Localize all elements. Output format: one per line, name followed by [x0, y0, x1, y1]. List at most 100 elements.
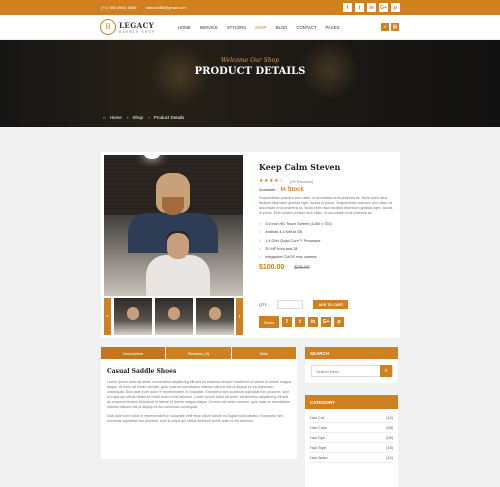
linkedin-icon[interactable]: in	[367, 3, 376, 12]
google-plus-icon[interactable]: G+	[321, 317, 331, 327]
pinterest-icon[interactable]: p	[334, 317, 344, 327]
add-to-cart-button[interactable]: ADD TO CART	[313, 300, 349, 309]
sidebar-category-widget: CATEGORY Hair Cut (10) Hair Color (08) Hai…	[305, 395, 398, 487]
nav-icons: ⌕ ▤	[381, 23, 399, 31]
breadcrumb-separator-icon: ›	[127, 115, 129, 120]
category-item[interactable]: Hair Dye (06)	[310, 433, 393, 443]
breadcrumb-shop[interactable]: Shop	[133, 115, 144, 120]
menu-item-home[interactable]: HOME	[178, 25, 191, 30]
cart-icon[interactable]: ▤	[391, 23, 399, 31]
pinterest-icon[interactable]: p	[391, 3, 400, 12]
category-count: (08)	[386, 425, 393, 430]
quantity-row: QTY : ADD TO CART	[259, 300, 349, 309]
search-icon[interactable]: ⌕	[381, 23, 389, 31]
facebook-icon[interactable]: f	[282, 317, 292, 327]
brand-tagline: BARBER SHOP	[119, 29, 156, 34]
availability: Available : In Stock	[259, 187, 395, 193]
tab-content-title: Casual Saddle Shoes	[107, 368, 177, 375]
brand-name: LEGACY	[119, 20, 155, 30]
linkedin-icon[interactable]: in	[308, 317, 318, 327]
search-icon[interactable]: ⌕	[380, 365, 392, 377]
product-info: Keep Calm Steven ★★★★☆ (06 Reviews) Avai…	[259, 162, 395, 271]
category-item[interactable]: Hair Wash (14)	[310, 453, 393, 463]
category-name: Hair Style	[310, 445, 327, 450]
twitter-icon[interactable]: t	[295, 317, 305, 327]
menu-item-shop[interactable]: SHOP	[255, 25, 267, 30]
quantity-input[interactable]	[277, 300, 304, 309]
feature-item: 1.4 GHz Quad Core™ Processor	[259, 237, 395, 245]
product-main-image[interactable]	[104, 155, 243, 296]
page-title: PRODUCT DETAILS	[194, 66, 306, 77]
google-plus-icon[interactable]: G+	[379, 3, 388, 12]
product-price: $100.00 $98.00	[259, 264, 395, 271]
widget-title: CATEGORY	[305, 395, 398, 409]
category-count: (18)	[386, 445, 393, 450]
feature-item: 20 MP front and 28	[259, 245, 395, 253]
category-list: Hair Cut (10) Hair Color (08) Hair Dye (06)…	[305, 409, 398, 463]
product-description: Suspendisse posuere arcu diam, id accums…	[259, 196, 393, 215]
product-thumbnails: ‹ ›	[104, 298, 243, 335]
feature-item: 4.5 inch HD Touch Screen (1280 x 720)	[259, 220, 395, 228]
top-bar: (+1) 980 (863) 6569 haircut488@gmail.com…	[0, 0, 500, 15]
qty-label: QTY :	[259, 302, 270, 307]
social-links: f t in G+ p	[343, 3, 400, 12]
tab-paragraph: Duis aute irure dolor in reprehenderit i…	[107, 414, 284, 423]
home-icon: ⌂	[103, 115, 106, 120]
main-navbar: B LEGACY BARBER SHOP HOME SERVICE STYLER…	[0, 15, 500, 40]
thumbnail-image[interactable]	[155, 298, 193, 335]
tab-skills[interactable]: Skils	[231, 347, 297, 359]
share-row: Share f t in G+ p	[259, 316, 344, 328]
category-count: (10)	[386, 415, 393, 420]
tab-description[interactable]: Description	[101, 347, 167, 359]
product-card: ‹ › Keep Calm Steven ★★★★☆ (06 Reviews) …	[101, 152, 400, 338]
menu-item-pages[interactable]: PAGES	[325, 25, 339, 30]
category-name: Hair Cut	[310, 415, 324, 420]
main-menu: HOME SERVICE STYLERS SHOP BLOG CONTACT P…	[178, 25, 340, 30]
availability-label: Available :	[259, 187, 278, 192]
availability-status: In Stock	[280, 187, 304, 193]
chevron-right-icon[interactable]: ›	[236, 298, 243, 335]
hero-subtitle: Welcome Our Shop	[220, 57, 280, 64]
category-item[interactable]: Hair Cut (10)	[310, 413, 393, 423]
tab-paragraph: Lorem ipsum dolor sit amet, consectetur …	[107, 380, 291, 409]
menu-item-blog[interactable]: BLOG	[276, 25, 288, 30]
product-rating: ★★★★☆ (06 Reviews)	[259, 178, 395, 184]
category-name: Hair Wash	[310, 455, 328, 460]
logo[interactable]: B LEGACY BARBER SHOP	[100, 19, 155, 35]
facebook-icon[interactable]: f	[343, 3, 352, 12]
breadcrumb-home[interactable]: Home	[110, 115, 122, 120]
thumbnail-image[interactable]	[196, 298, 234, 335]
page-hero: Welcome Our Shop PRODUCT DETAILS ⌂ Home ›…	[0, 40, 500, 127]
tab-reviews[interactable]: Reviews (3)	[166, 347, 232, 359]
menu-item-service[interactable]: SERVICE	[200, 25, 218, 30]
logo-mark-icon: B	[100, 19, 116, 35]
phone-text: (+1) 980 (863) 6569	[101, 5, 137, 10]
thumbnail-image[interactable]	[114, 298, 152, 335]
category-name: Hair Color	[310, 425, 328, 430]
tab-content: Casual Saddle Shoes Lorem ipsum dolor si…	[101, 359, 297, 459]
category-count: (06)	[386, 435, 393, 440]
product-tabs: Description Reviews (3) Skils	[101, 347, 297, 359]
twitter-icon[interactable]: t	[355, 3, 364, 12]
widget-title: SEARCH	[305, 347, 398, 359]
review-count[interactable]: (06 Reviews)	[290, 179, 313, 184]
category-count: (14)	[386, 455, 393, 460]
current-price: $100.00	[259, 264, 285, 272]
product-name: Keep Calm Steven	[259, 162, 341, 172]
menu-item-contact[interactable]: CONTACT	[296, 25, 316, 30]
sidebar-search-widget: SEARCH Search Here... ⌕	[305, 347, 398, 383]
breadcrumb: ⌂ Home › Shop › Product Details	[103, 115, 188, 120]
old-price: $98.00	[294, 265, 310, 272]
email-text[interactable]: haircut488@gmail.com	[146, 5, 187, 10]
star-rating-icon: ★★★★☆	[259, 178, 284, 184]
feature-list: 4.5 inch HD Touch Screen (1280 x 720) An…	[259, 220, 395, 261]
feature-item: megapixel CMOS rear camera	[259, 253, 395, 261]
category-item[interactable]: Hair Color (08)	[310, 423, 393, 433]
category-name: Hair Dye	[310, 435, 325, 440]
chevron-left-icon[interactable]: ‹	[104, 298, 111, 335]
contact-info: (+1) 980 (863) 6569 haircut488@gmail.com	[101, 5, 195, 10]
menu-item-stylers[interactable]: STYLERS	[227, 25, 246, 30]
breadcrumb-separator-icon: ›	[148, 115, 150, 120]
category-item[interactable]: Hair Style (18)	[310, 443, 393, 453]
share-label: Share	[259, 316, 279, 328]
